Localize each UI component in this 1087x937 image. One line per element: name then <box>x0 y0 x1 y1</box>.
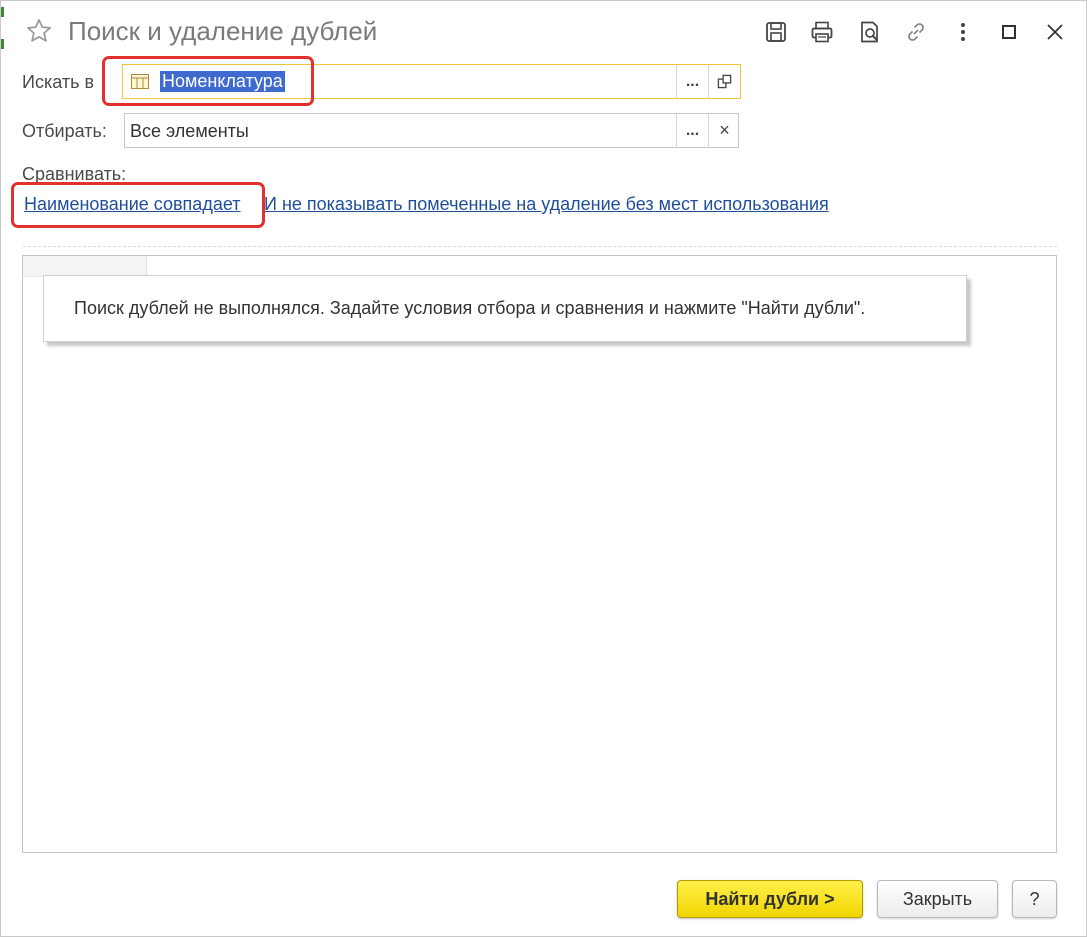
close-icon[interactable] <box>1041 18 1069 46</box>
favorite-star-icon[interactable] <box>25 17 53 45</box>
maximize-icon[interactable] <box>995 18 1023 46</box>
duplicates-window: Поиск и удаление дублей Искать в Номенкл… <box>0 0 1087 937</box>
filter-label: Отбирать: <box>22 121 107 141</box>
link-icon[interactable] <box>902 18 930 46</box>
results-area[interactable]: Поиск дублей не выполнялся. Задайте усло… <box>22 255 1057 853</box>
results-header-cell <box>23 256 147 277</box>
print-icon[interactable] <box>808 18 836 46</box>
search-in-label: Искать в <box>22 72 95 92</box>
filter-clear-button[interactable]: × <box>708 114 740 147</box>
find-duplicates-button[interactable]: Найти дубли > <box>677 880 863 918</box>
table-icon <box>131 74 149 89</box>
compare-label: Сравнивать: <box>22 164 127 184</box>
separator <box>23 246 1057 247</box>
compare-condition-link[interactable]: Наименование совпадает <box>24 194 240 215</box>
close-button[interactable]: Закрыть <box>877 880 998 918</box>
hide-marked-option-link[interactable]: И не показывать помеченные на удаление б… <box>264 194 829 215</box>
preview-icon[interactable] <box>856 18 884 46</box>
filter-value: Все элементы <box>130 121 249 141</box>
no-search-message: Поиск дублей не выполнялся. Задайте усло… <box>43 275 967 342</box>
filter-select-button[interactable]: ... <box>676 114 708 147</box>
search-in-value: Номенклатура <box>160 71 285 92</box>
window-title: Поиск и удаление дублей <box>68 16 378 46</box>
search-in-select-button[interactable]: ... <box>676 65 708 98</box>
filter-field[interactable]: Все элементы ... × <box>124 113 739 148</box>
save-icon[interactable] <box>762 18 790 46</box>
help-button[interactable]: ? <box>1012 880 1057 918</box>
search-in-field[interactable]: Номенклатура ... <box>122 64 741 99</box>
background-edge-mark <box>1 7 4 17</box>
open-icon[interactable] <box>708 65 740 98</box>
background-edge-mark <box>1 39 4 49</box>
more-icon[interactable] <box>949 18 977 46</box>
